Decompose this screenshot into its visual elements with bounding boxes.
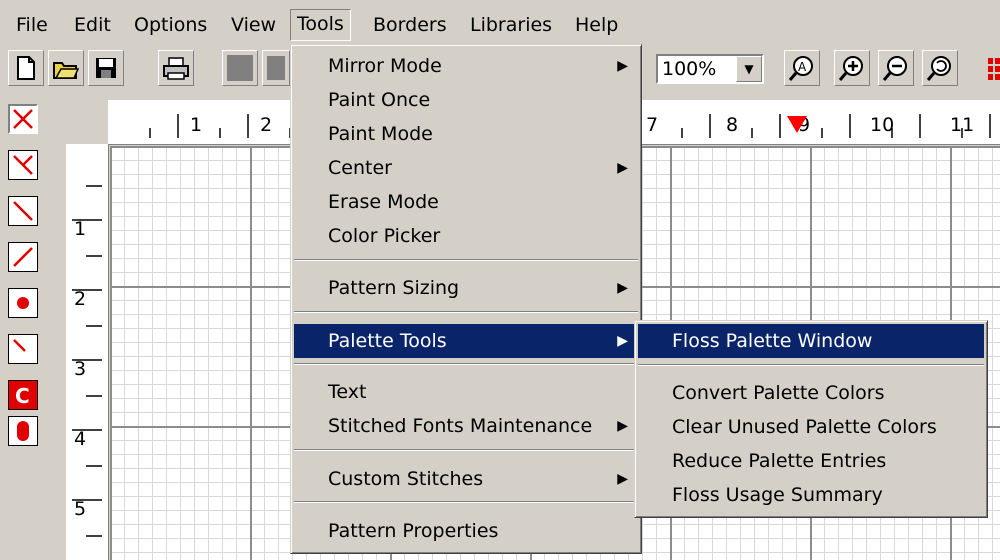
zoom-fit-icon: A	[788, 56, 813, 81]
quarter-stitch-tool[interactable]	[8, 334, 38, 364]
position-marker-icon	[787, 116, 807, 133]
menu-item-pattern-properties[interactable]: Pattern Properties	[294, 514, 638, 548]
save-disk-icon	[96, 58, 116, 78]
menu-item-stitched-fonts-maintenance[interactable]: Stitched Fonts Maintenance ▶	[294, 409, 638, 443]
menu-separator	[294, 363, 638, 365]
submenu-arrow-icon: ▶	[617, 58, 628, 74]
zoom-in-icon	[838, 56, 863, 81]
new-document-button[interactable]	[8, 50, 44, 86]
ruler-label: 8	[726, 114, 739, 136]
red-stitch-icon	[988, 58, 1000, 80]
three-quarter-stitch-tool[interactable]	[8, 150, 38, 180]
menu-item-color-picker[interactable]: Color Picker	[294, 219, 638, 253]
menu-help[interactable]: Help	[575, 11, 618, 39]
new-document-icon	[17, 56, 35, 80]
menu-options[interactable]: Options	[134, 11, 207, 39]
open-folder-icon	[53, 62, 80, 79]
submenu-arrow-icon: ▶	[617, 418, 628, 434]
menu-item-text[interactable]: Text	[294, 375, 638, 409]
ruler-label: 2	[260, 114, 273, 136]
submenu-arrow-icon: ▶	[617, 471, 628, 487]
menu-separator	[638, 364, 984, 366]
submenu-arrow-icon: ▶	[617, 333, 628, 349]
menu-libraries[interactable]: Libraries	[470, 11, 552, 39]
print-button[interactable]	[158, 50, 194, 86]
vertical-ruler-ticks	[72, 185, 102, 537]
zoom-value: 100%	[662, 58, 717, 80]
menu-separator	[294, 449, 638, 451]
menu-item-floss-palette-window[interactable]: Floss Palette Window	[638, 324, 984, 358]
menu-item-paint-mode[interactable]: Paint Mode	[294, 117, 638, 151]
submenu-arrow-icon: ▶	[617, 280, 628, 296]
menu-borders[interactable]: Borders	[373, 11, 447, 39]
bead-icon	[17, 421, 29, 441]
half-stitch-back-tool[interactable]	[8, 196, 38, 226]
zoom-reset-icon	[926, 56, 951, 81]
quarter-stitch-icon	[13, 339, 26, 352]
menu-item-palette-tools[interactable]: Palette Tools ▶	[294, 324, 638, 358]
ruler-label: 11	[950, 114, 975, 136]
ruler-label: 2	[74, 288, 87, 310]
menu-file[interactable]: File	[16, 11, 48, 39]
stitch-tool-palette: C	[2, 100, 42, 460]
cross-stitch-icon	[13, 109, 33, 129]
print-icon	[163, 57, 189, 80]
ruler-label: 7	[646, 114, 659, 136]
vertical-ruler: 1 2 3 4 5	[66, 144, 109, 560]
bead-tool[interactable]	[8, 416, 38, 446]
menu-item-convert-palette-colors[interactable]: Convert Palette Colors	[638, 376, 984, 410]
menu-item-reduce-palette-entries[interactable]: Reduce Palette Entries	[638, 444, 984, 478]
french-knot-icon	[17, 297, 29, 309]
menu-item-paint-once[interactable]: Paint Once	[294, 83, 638, 117]
menu-item-custom-stitches[interactable]: Custom Stitches ▶	[294, 462, 638, 496]
full-cross-stitch-tool[interactable]	[8, 104, 38, 134]
menu-edit[interactable]: Edit	[74, 11, 111, 39]
menu-item-floss-usage-summary[interactable]: Floss Usage Summary	[638, 478, 984, 512]
submenu-arrow-icon: ▶	[617, 160, 628, 176]
grid-toggle-button[interactable]	[262, 50, 290, 86]
menu-view[interactable]: View	[231, 11, 276, 39]
zoom-out-button[interactable]	[878, 50, 914, 86]
color-swatch-icon	[227, 55, 253, 81]
save-button[interactable]	[88, 50, 124, 86]
zoom-in-button[interactable]	[834, 50, 870, 86]
french-knot-tool[interactable]	[8, 288, 38, 318]
menu-tools[interactable]: Tools	[290, 9, 351, 41]
menu-item-clear-unused-palette-colors[interactable]: Clear Unused Palette Colors	[638, 410, 984, 444]
ruler-label: 5	[74, 498, 87, 520]
grid-icon	[267, 56, 285, 80]
color-tool[interactable]: C	[8, 380, 38, 410]
tools-menu: Mirror Mode ▶ Paint Once Paint Mode Cente…	[290, 44, 642, 554]
menu-separator	[294, 311, 638, 313]
menu-separator	[294, 501, 638, 503]
letter-c-icon: C	[15, 384, 30, 407]
svg-text:A: A	[798, 60, 807, 74]
menu-bar: File Edit Options View Tools Borders Lib…	[0, 0, 1000, 44]
half-stitch-forward-icon	[13, 247, 33, 267]
ruler-label: 1	[74, 218, 87, 240]
menu-item-mirror-mode[interactable]: Mirror Mode ▶	[294, 49, 638, 83]
menu-separator	[294, 259, 638, 261]
menu-item-center[interactable]: Center ▶	[294, 151, 638, 185]
menu-item-erase-mode[interactable]: Erase Mode	[294, 185, 638, 219]
stitch-tool-button[interactable]	[986, 54, 1000, 84]
zoom-fit-button[interactable]: A	[784, 50, 820, 86]
ruler-label: 10	[870, 114, 895, 136]
zoom-reset-button[interactable]	[922, 50, 958, 86]
zoom-select[interactable]: 100% ▼	[656, 54, 764, 84]
menu-item-pattern-sizing[interactable]: Pattern Sizing ▶	[294, 271, 638, 305]
svg-text:C: C	[15, 384, 30, 407]
ruler-label: 1	[190, 114, 203, 136]
half-stitch-forward-tool[interactable]	[8, 242, 38, 272]
half-stitch-back-icon	[13, 201, 33, 221]
color-swatch-button[interactable]	[222, 50, 258, 86]
chevron-down-icon[interactable]: ▼	[736, 56, 762, 82]
open-button[interactable]	[48, 50, 84, 86]
zoom-out-icon	[882, 56, 907, 81]
ruler-label: 4	[74, 428, 87, 450]
three-quarter-stitch-icon	[13, 155, 33, 175]
ruler-label: 3	[74, 358, 87, 380]
palette-tools-submenu: Floss Palette Window Convert Palette Col…	[634, 320, 988, 518]
